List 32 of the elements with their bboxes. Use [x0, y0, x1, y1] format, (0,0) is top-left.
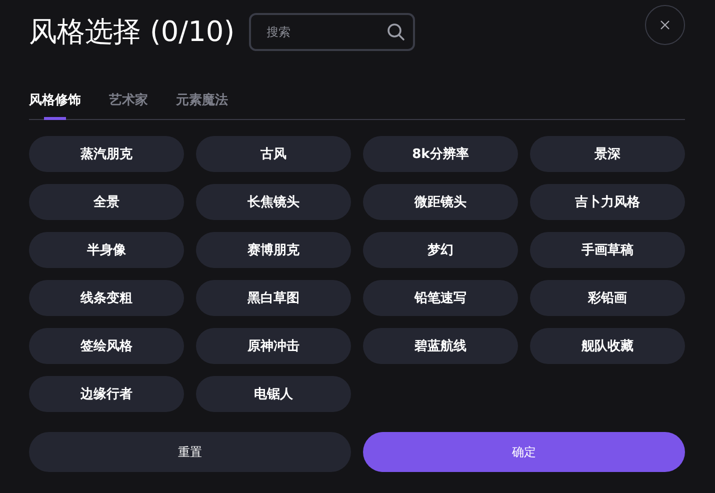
style-chip[interactable]: 微距镜头 — [363, 184, 518, 220]
style-chip[interactable]: 蒸汽朋克 — [29, 136, 184, 172]
style-chip[interactable]: 长焦镜头 — [196, 184, 351, 220]
style-chip[interactable]: 古风 — [196, 136, 351, 172]
style-chip[interactable]: 景深 — [530, 136, 685, 172]
tab[interactable]: 艺术家 — [109, 91, 148, 119]
tab[interactable]: 元素魔法 — [176, 91, 228, 119]
style-chip[interactable]: 手画草稿 — [530, 232, 685, 268]
close-icon — [660, 20, 670, 30]
style-chip[interactable]: 8k分辨率 — [363, 136, 518, 172]
dialog-title: 风格选择 (0/10) — [29, 14, 235, 50]
search-icon — [386, 23, 405, 41]
style-chip[interactable]: 边缘行者 — [29, 376, 184, 412]
style-chip[interactable]: 舰队收藏 — [530, 328, 685, 364]
tab[interactable]: 风格修饰 — [29, 91, 81, 119]
close-button[interactable] — [645, 5, 685, 45]
reset-button[interactable]: 重置 — [29, 432, 351, 472]
style-chip[interactable]: 签绘风格 — [29, 328, 184, 364]
style-chip[interactable]: 全景 — [29, 184, 184, 220]
style-chip[interactable]: 赛博朋克 — [196, 232, 351, 268]
style-chip[interactable]: 梦幻 — [363, 232, 518, 268]
style-chip[interactable]: 线条变粗 — [29, 280, 184, 316]
style-chip[interactable]: 电锯人 — [196, 376, 351, 412]
style-chip[interactable]: 铅笔速写 — [363, 280, 518, 316]
confirm-button[interactable]: 确定 — [363, 432, 685, 472]
search-field[interactable]: 搜索 — [248, 13, 415, 51]
style-chip[interactable]: 吉卜力风格 — [530, 184, 685, 220]
style-chip[interactable]: 半身像 — [29, 232, 184, 268]
style-chip[interactable]: 彩铅画 — [530, 280, 685, 316]
style-chip[interactable]: 碧蓝航线 — [363, 328, 518, 364]
style-chip[interactable]: 黑白草图 — [196, 280, 351, 316]
style-chip[interactable]: 原神冲击 — [196, 328, 351, 364]
